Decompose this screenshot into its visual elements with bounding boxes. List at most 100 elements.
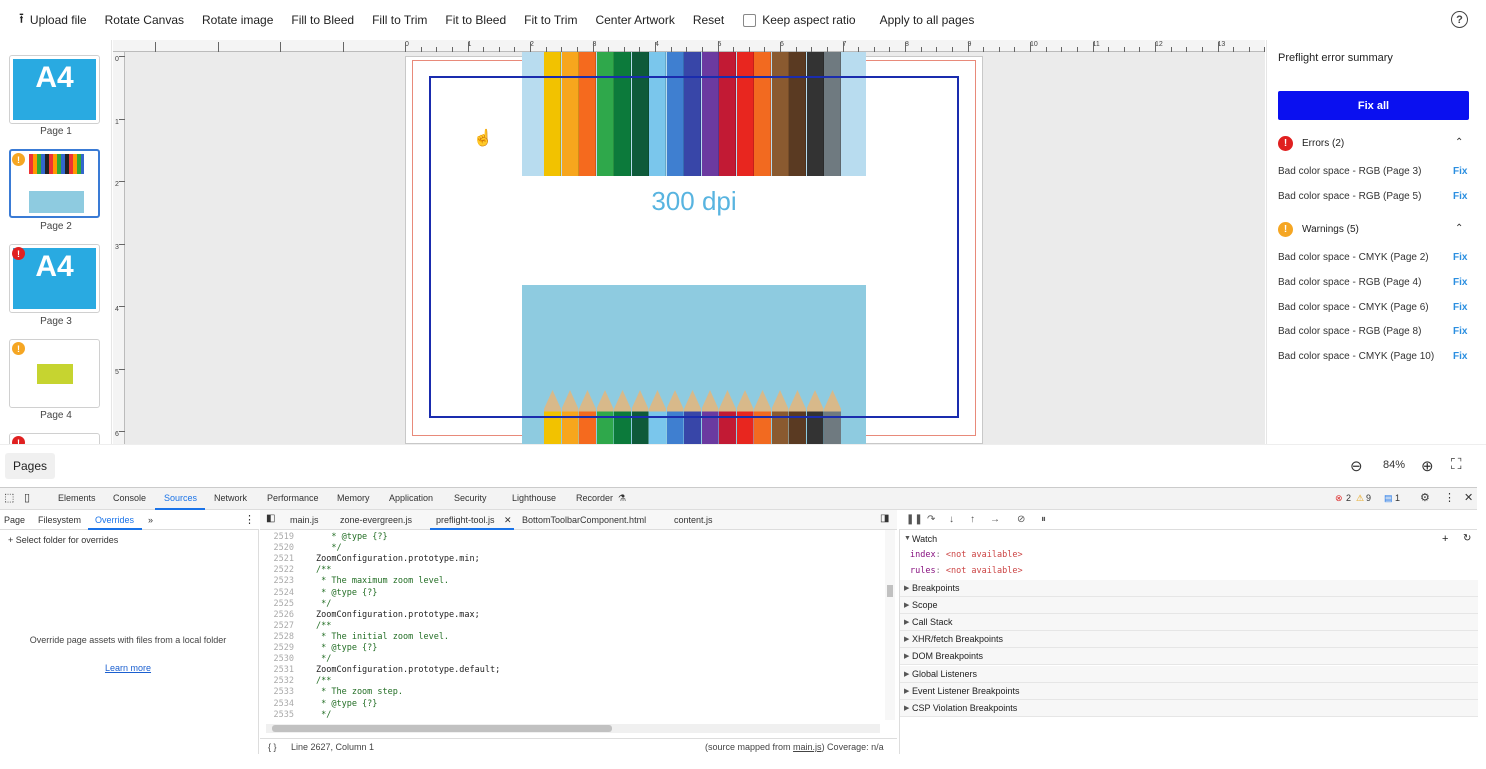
fit-to-bleed-button[interactable]: Fit to Bleed bbox=[436, 8, 515, 32]
code-horizontal-scrollbar[interactable] bbox=[266, 724, 880, 733]
panel-scrollbar[interactable] bbox=[1477, 40, 1486, 444]
design-canvas[interactable]: 0 1 2 3 4 5 6 7 8 9 10 11 12 13 0123456 300 dpi ☝ bbox=[113, 40, 1265, 444]
line-number[interactable]: 2527 bbox=[260, 621, 294, 631]
rotate-canvas-button[interactable]: Rotate Canvas bbox=[96, 8, 193, 32]
tab-elements[interactable]: Elements bbox=[58, 493, 96, 503]
step-into-icon[interactable]: ↓ bbox=[949, 514, 954, 525]
fix-link[interactable]: Fix bbox=[1453, 351, 1467, 362]
zoom-out-icon[interactable]: ⊖ bbox=[1350, 457, 1363, 475]
debugger-pane-header[interactable]: ▶ XHR/fetch Breakpoints bbox=[900, 631, 1478, 649]
line-number[interactable]: 2530 bbox=[260, 654, 294, 664]
code-line[interactable]: 2529 * @type {?} bbox=[260, 643, 880, 654]
settings-gear-icon[interactable]: ⚙ bbox=[1420, 491, 1430, 504]
fix-link[interactable]: Fix bbox=[1453, 302, 1467, 313]
code-line[interactable]: 2519 * @type {?} bbox=[260, 532, 880, 543]
tab-network[interactable]: Network bbox=[214, 493, 247, 503]
debugger-pane-header[interactable]: ▶ Global Listeners bbox=[900, 665, 1478, 683]
tab-performance[interactable]: Performance bbox=[267, 493, 319, 503]
fit-to-trim-button[interactable]: Fit to Trim bbox=[515, 8, 586, 32]
fix-all-button[interactable]: Fix all bbox=[1278, 91, 1469, 120]
editor-tab-content-js[interactable]: content.js bbox=[674, 515, 713, 525]
code-line[interactable]: 2524 * @type {?} bbox=[260, 588, 880, 599]
code-line[interactable]: 2535 */ bbox=[260, 710, 880, 720]
fullscreen-icon[interactable]: ⛶ bbox=[1451, 456, 1462, 473]
code-line[interactable]: 2527 /** bbox=[260, 621, 880, 632]
line-number[interactable]: 2519 bbox=[260, 532, 294, 542]
editor-tab-main-js[interactable]: main.js bbox=[290, 515, 319, 525]
center-artwork-button[interactable]: Center Artwork bbox=[586, 8, 683, 32]
warnings-header[interactable]: ! Warnings (5) bbox=[1278, 222, 1359, 237]
line-number[interactable]: 2534 bbox=[260, 699, 294, 709]
editor-tab-bottom-toolbar[interactable]: BottomToolbarComponent.html bbox=[522, 515, 646, 525]
thumbnail-page-1[interactable]: A4 bbox=[9, 55, 100, 124]
code-line[interactable]: 2532 /** bbox=[260, 676, 880, 687]
pause-on-exceptions-icon[interactable]: ⏸ bbox=[1041, 514, 1046, 525]
select-folder-button[interactable]: + Select folder for overrides bbox=[8, 535, 118, 545]
more-options-icon[interactable]: ⋮ bbox=[1444, 491, 1455, 504]
step-out-icon[interactable]: ↑ bbox=[970, 514, 975, 525]
line-number[interactable]: 2529 bbox=[260, 643, 294, 653]
code-editor[interactable]: 2519 * @type {?} 2520 */2521 ZoomConfigura… bbox=[260, 530, 897, 720]
step-over-icon[interactable]: ↷ bbox=[927, 514, 935, 525]
code-line[interactable]: 2526 ZoomConfiguration.prototype.max; bbox=[260, 610, 880, 621]
tab-console[interactable]: Console bbox=[113, 493, 146, 503]
line-number[interactable]: 2535 bbox=[260, 710, 294, 720]
errors-header[interactable]: ! Errors (2) bbox=[1278, 136, 1344, 151]
debugger-pane-header[interactable]: ▶ CSP Violation Breakpoints bbox=[900, 699, 1478, 717]
scroll-thumb[interactable] bbox=[887, 585, 893, 597]
error-count-icon[interactable]: ⊗ bbox=[1335, 493, 1343, 504]
add-watch-icon[interactable]: + bbox=[1442, 533, 1448, 545]
nav-tab-page[interactable]: Page bbox=[4, 515, 25, 525]
code-line[interactable]: 2528 * The initial zoom level. bbox=[260, 632, 880, 643]
fill-to-bleed-button[interactable]: Fill to Bleed bbox=[282, 8, 363, 32]
fix-link[interactable]: Fix bbox=[1453, 191, 1467, 202]
fix-link[interactable]: Fix bbox=[1453, 252, 1467, 263]
refresh-icon[interactable]: ↻ bbox=[1463, 533, 1471, 544]
line-number[interactable]: 2531 bbox=[260, 665, 294, 675]
editor-tab-preflight-tool[interactable]: preflight-tool.js bbox=[436, 515, 495, 525]
close-icon[interactable]: ✕ bbox=[1464, 491, 1473, 504]
reset-button[interactable]: Reset bbox=[684, 8, 733, 32]
apply-to-all-pages-button[interactable]: Apply to all pages bbox=[871, 8, 984, 32]
upload-file-button[interactable]: ⭱ Upload file bbox=[10, 8, 96, 32]
code-line[interactable]: 2521 ZoomConfiguration.prototype.min; bbox=[260, 554, 880, 565]
code-line[interactable]: 2522 /** bbox=[260, 565, 880, 576]
watch-pane-header[interactable]: ▼ Watch + ↻ bbox=[900, 530, 1478, 547]
help-icon[interactable]: ? bbox=[1451, 11, 1468, 28]
code-line[interactable]: 2530 */ bbox=[260, 654, 880, 665]
debugger-pane-header[interactable]: ▶ Event Listener Breakpoints bbox=[900, 682, 1478, 700]
fix-link[interactable]: Fix bbox=[1453, 277, 1467, 288]
tab-application[interactable]: Application bbox=[389, 493, 433, 503]
code-line[interactable]: 2531 ZoomConfiguration.prototype.default; bbox=[260, 665, 880, 676]
zoom-in-icon[interactable]: ⊕ bbox=[1421, 457, 1434, 475]
line-number[interactable]: 2520 bbox=[260, 543, 294, 553]
code-line[interactable]: 2523 * The maximum zoom level. bbox=[260, 576, 880, 587]
deactivate-breakpoints-icon[interactable]: ⊘ bbox=[1017, 514, 1025, 525]
debugger-pane-header[interactable]: ▶ Scope bbox=[900, 597, 1478, 615]
toggle-navigator-icon[interactable]: ◧ bbox=[266, 513, 275, 524]
more-options-icon[interactable]: ⋮ bbox=[244, 513, 255, 526]
chevron-up-icon[interactable]: ⌃ bbox=[1455, 223, 1463, 234]
source-map-file-link[interactable]: main.js bbox=[793, 742, 822, 752]
device-toggle-icon[interactable]: ▯ bbox=[24, 491, 30, 504]
learn-more-link[interactable]: Learn more bbox=[0, 663, 256, 673]
keep-aspect-label[interactable]: Keep aspect ratio bbox=[762, 8, 864, 32]
line-number[interactable]: 2524 bbox=[260, 588, 294, 598]
keep-aspect-checkbox[interactable] bbox=[743, 13, 757, 27]
line-number[interactable]: 2532 bbox=[260, 676, 294, 686]
message-count-icon[interactable]: ▤ bbox=[1384, 493, 1393, 504]
close-tab-icon[interactable]: ✕ bbox=[504, 515, 512, 526]
chevron-up-icon[interactable]: ⌃ bbox=[1455, 137, 1463, 148]
debugger-pane-header[interactable]: ▶ Call Stack bbox=[900, 614, 1478, 632]
line-number[interactable]: 2521 bbox=[260, 554, 294, 564]
tab-security[interactable]: Security bbox=[454, 493, 487, 503]
debugger-pane-header[interactable]: ▶ Breakpoints bbox=[900, 580, 1478, 597]
editor-tab-zone-evergreen[interactable]: zone-evergreen.js bbox=[340, 515, 412, 525]
pages-button[interactable]: Pages bbox=[5, 453, 55, 479]
code-vertical-scrollbar[interactable] bbox=[885, 530, 895, 720]
rotate-image-button[interactable]: Rotate image bbox=[193, 8, 282, 32]
line-number[interactable]: 2526 bbox=[260, 610, 294, 620]
fill-to-trim-button[interactable]: Fill to Trim bbox=[363, 8, 436, 32]
pause-icon[interactable]: ❚❚ bbox=[906, 514, 923, 525]
line-number[interactable]: 2525 bbox=[260, 599, 294, 609]
